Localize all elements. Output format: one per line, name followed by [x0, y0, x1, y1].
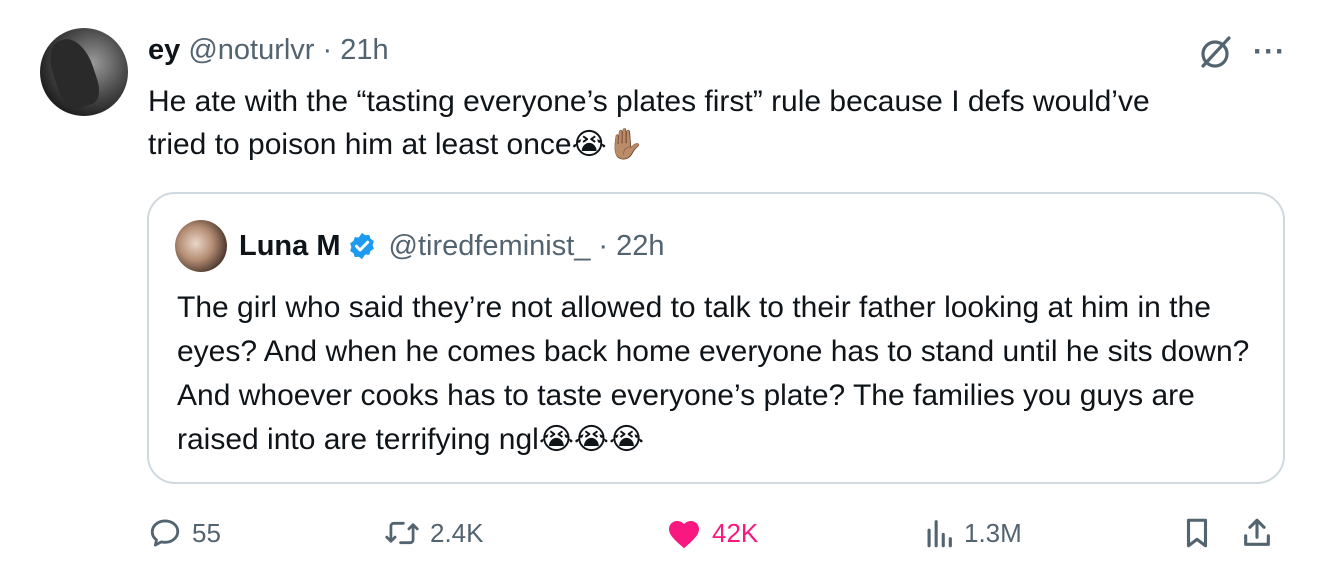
tweet-card[interactable]: ey @noturlvr · 21h ··· He ate with the “… — [0, 0, 1326, 582]
repost-icon — [385, 521, 419, 545]
views-count: 1.3M — [964, 517, 1022, 548]
quote-text: The girl who said they’re not allowed to… — [177, 286, 1267, 462]
repost-count: 2.4K — [430, 517, 484, 548]
quote-avatar[interactable] — [175, 220, 227, 272]
tweet-text: He ate with the “tasting everyone’s plat… — [148, 80, 1198, 166]
quote-separator: · — [598, 230, 609, 262]
handle[interactable]: @noturlvr — [188, 34, 314, 66]
like-count: 42K — [712, 517, 759, 548]
bookmark-icon — [1186, 518, 1208, 548]
reply-button[interactable]: 55 — [148, 516, 221, 550]
repost-button[interactable]: 2.4K — [384, 516, 484, 550]
share-button[interactable] — [1240, 516, 1274, 550]
share-icon — [1244, 518, 1270, 546]
grok-icon[interactable] — [1195, 32, 1235, 72]
reply-icon — [150, 519, 180, 547]
bookmark-button[interactable] — [1182, 516, 1212, 550]
verified-badge-icon — [349, 232, 374, 260]
timestamp[interactable]: 21h — [340, 34, 388, 66]
quote-display-name[interactable]: Luna M — [239, 228, 341, 264]
separator: · — [322, 34, 333, 66]
top-icons: ··· — [1195, 32, 1286, 72]
quoted-tweet[interactable]: Luna M @tiredfeminist_ · 22h The girl wh… — [147, 192, 1285, 484]
quote-emojis: 😭😭😭 — [538, 422, 645, 457]
tweet-emojis: 😭✋🏽 — [571, 127, 644, 162]
more-icon[interactable]: ··· — [1253, 37, 1286, 67]
quote-handle[interactable]: @tiredfeminist_ — [389, 228, 591, 264]
display-name[interactable]: ey — [148, 34, 180, 66]
tweet-body: He ate with the “tasting everyone’s plat… — [148, 85, 1150, 161]
quote-body: The girl who said they’re not allowed to… — [177, 291, 1250, 456]
reply-count: 55 — [192, 517, 221, 548]
like-icon — [669, 521, 699, 549]
quote-header: Luna M @tiredfeminist_ · 22h — [239, 228, 664, 264]
action-bar: 55 2.4K 42K 1.3M — [148, 510, 1288, 560]
avatar[interactable] — [40, 28, 128, 116]
like-button[interactable]: 42K — [666, 516, 758, 550]
tweet-header: ey @noturlvr · 21h — [148, 32, 389, 68]
quote-timestamp[interactable]: 22h — [616, 228, 664, 264]
views-button[interactable]: 1.3M — [924, 516, 1022, 550]
views-icon — [927, 520, 952, 548]
